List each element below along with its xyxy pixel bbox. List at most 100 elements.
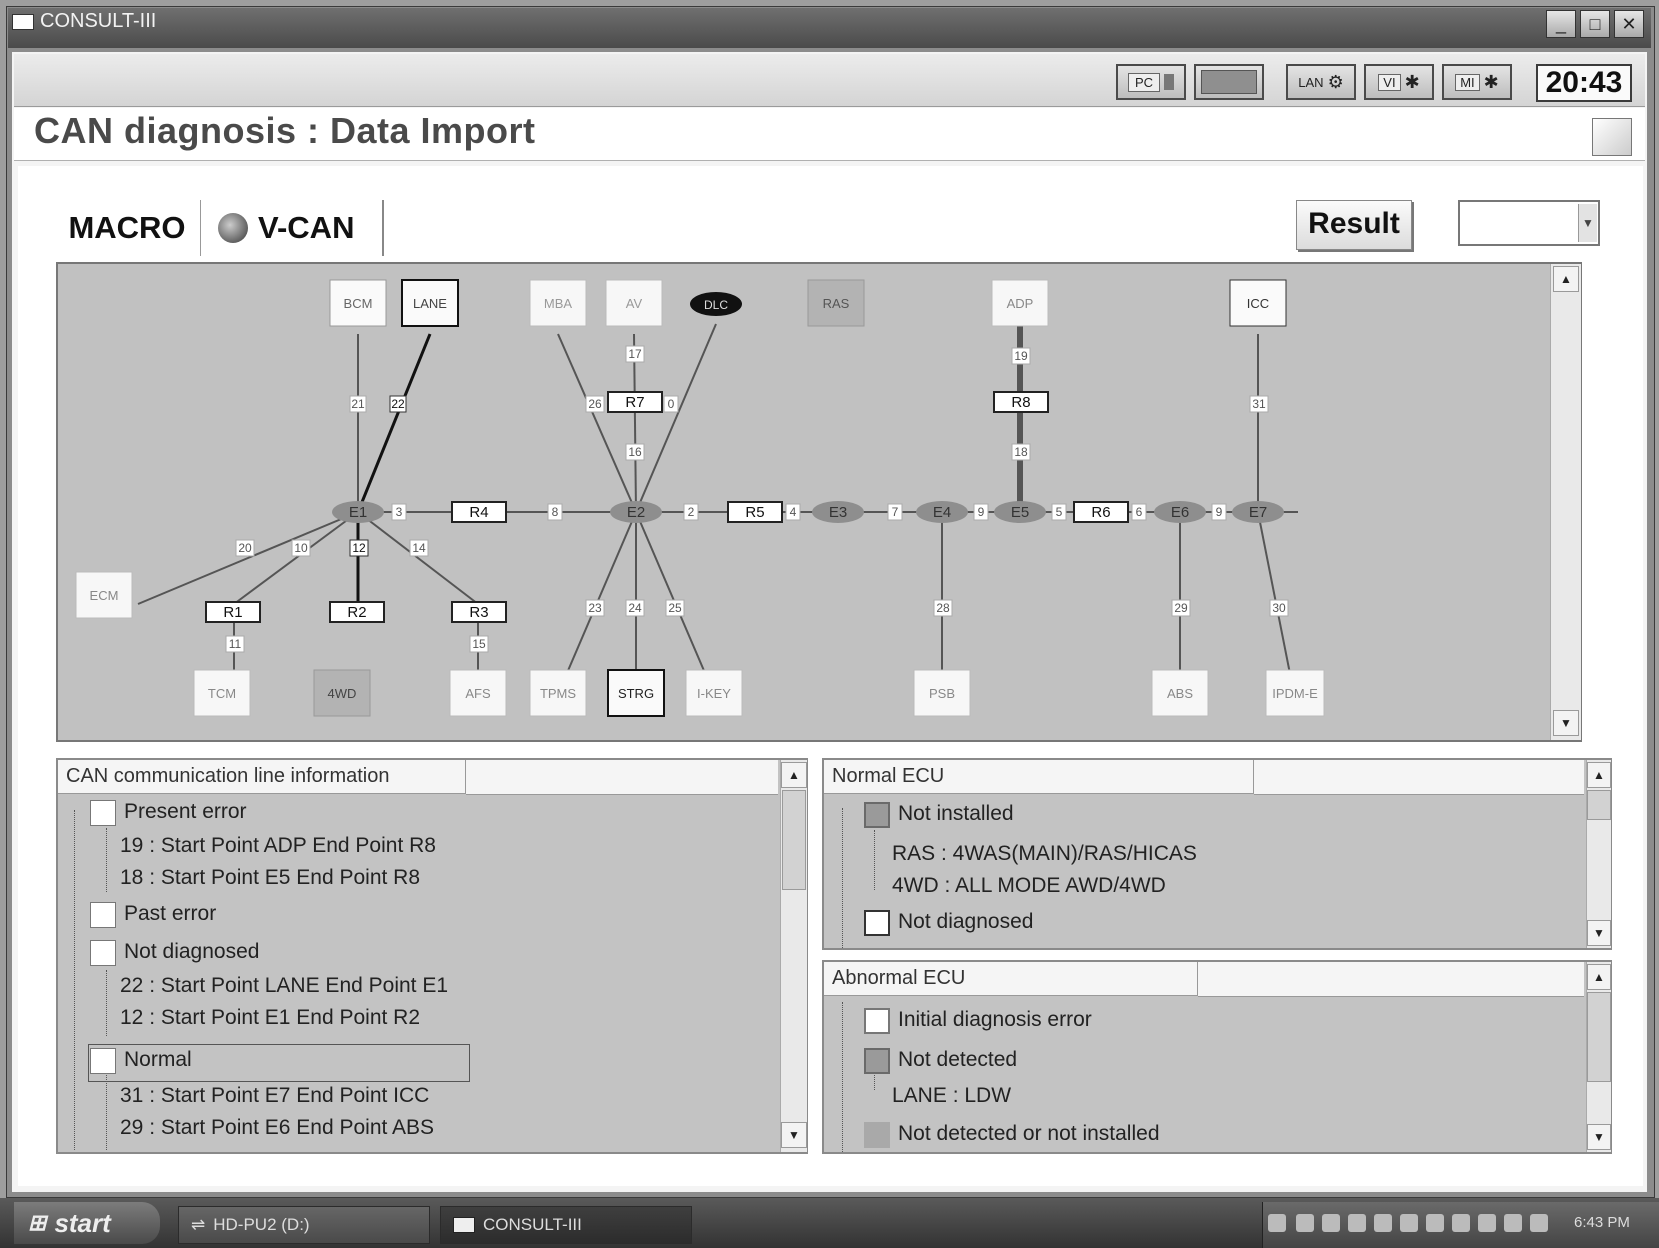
- pc-icon[interactable]: PC: [1116, 64, 1186, 100]
- drive-icon: ⇌: [191, 1215, 206, 1234]
- tray-network-icon[interactable]: [1296, 1214, 1314, 1232]
- normal-ecu-scrollbar[interactable]: ▲ ▼: [1586, 760, 1611, 948]
- tree-item[interactable]: 4WD : ALL MODE AWD/4WD: [892, 874, 1166, 898]
- can-line-info-header: CAN communication line information: [58, 760, 466, 794]
- node-strg: STRG: [618, 686, 654, 701]
- initial-diagnosis-error-icon: [864, 1008, 890, 1034]
- taskbar-item-drive[interactable]: ⇌ HD-PU2 (D:): [178, 1206, 430, 1244]
- line-label-10: 10: [294, 541, 308, 555]
- tree-item[interactable]: 12 : Start Point E1 End Point R2: [120, 1006, 420, 1030]
- tree-item[interactable]: 31 : Start Point E7 End Point ICC: [120, 1084, 429, 1108]
- tree-item[interactable]: 29 : Start Point E6 End Point ABS: [120, 1116, 434, 1140]
- line-dlc-e2: [635, 323, 717, 513]
- line-label-3: 3: [396, 505, 403, 519]
- node-abs: ABS: [1167, 686, 1193, 701]
- tree-line: [106, 970, 107, 1036]
- tray-bluetooth-icon[interactable]: [1452, 1214, 1470, 1232]
- tree-group-not-installed[interactable]: Not installed: [898, 802, 1014, 826]
- line-mba-e2: [557, 333, 637, 513]
- tab-vcan[interactable]: V-CAN: [204, 200, 384, 256]
- result-button[interactable]: Result: [1296, 200, 1412, 250]
- junction-e7: E7: [1249, 504, 1267, 521]
- tree-item[interactable]: 19 : Start Point ADP End Point R8: [120, 834, 436, 858]
- abnormal-ecu-header: Abnormal ECU: [824, 962, 1198, 996]
- node-icc: ICC: [1247, 296, 1269, 311]
- line-label-11: 11: [229, 637, 242, 651]
- normal-ecu-header: Normal ECU: [824, 760, 1254, 794]
- tray-usb-icon[interactable]: [1400, 1214, 1418, 1232]
- tree-group-not-detected-or-not-installed[interactable]: Not detected or not installed: [898, 1122, 1160, 1146]
- scroll-thumb[interactable]: [1587, 992, 1611, 1082]
- tray-keyboard-icon[interactable]: [1478, 1214, 1496, 1232]
- page-title: CAN diagnosis : Data Import: [34, 110, 536, 151]
- tree-line: [106, 1070, 107, 1150]
- tray-app-icon[interactable]: [1530, 1214, 1548, 1232]
- scroll-up-icon[interactable]: ▲: [781, 762, 807, 788]
- pc-connector-icon: [1164, 74, 1175, 90]
- scroll-down-icon[interactable]: ▼: [1587, 1124, 1611, 1150]
- scroll-up-icon[interactable]: ▲: [1553, 266, 1579, 292]
- scroll-thumb[interactable]: [1587, 790, 1611, 820]
- scroll-down-icon[interactable]: ▼: [1553, 710, 1579, 736]
- node-4wd: 4WD: [328, 686, 357, 701]
- tray-network-icon[interactable]: [1348, 1214, 1366, 1232]
- scroll-down-icon[interactable]: ▼: [1587, 920, 1611, 946]
- node-psb: PSB: [929, 686, 955, 701]
- tray-volume-icon[interactable]: [1322, 1214, 1340, 1232]
- diagram-scrollbar[interactable]: ▲ ▼: [1550, 264, 1581, 740]
- line-label-24: 24: [628, 601, 642, 615]
- tray-display-icon[interactable]: [1426, 1214, 1444, 1232]
- app-icon: [12, 14, 34, 30]
- maximize-button[interactable]: □: [1580, 10, 1610, 38]
- tree-group-normal[interactable]: Normal: [124, 1048, 192, 1072]
- not-detected-icon: [864, 1048, 890, 1074]
- chevron-down-icon[interactable]: ▼: [1578, 204, 1597, 242]
- line-label-21: 21: [351, 397, 365, 411]
- line-label-7: 7: [892, 505, 899, 519]
- line-label-31: 31: [1252, 397, 1266, 411]
- window-resize-icon[interactable]: [1592, 118, 1632, 156]
- vi-icon-label: VI: [1378, 73, 1401, 91]
- node-afs: AFS: [465, 686, 491, 701]
- tree-group-not-diagnosed[interactable]: Not diagnosed: [124, 940, 259, 964]
- tree-line: [842, 1002, 843, 1152]
- scroll-down-icon[interactable]: ▼: [781, 1122, 807, 1148]
- minimize-button[interactable]: _: [1546, 10, 1576, 38]
- abnormal-ecu-scrollbar[interactable]: ▲ ▼: [1586, 962, 1611, 1152]
- lan-icon[interactable]: LAN ⚙: [1286, 64, 1356, 100]
- vi-icon[interactable]: VI ✱: [1364, 64, 1434, 100]
- relay-r5: R5: [745, 504, 764, 521]
- tree-item[interactable]: 18 : Start Point E5 End Point R8: [120, 866, 420, 890]
- mi-icon[interactable]: MI ✱: [1442, 64, 1512, 100]
- scroll-thumb[interactable]: [782, 790, 806, 890]
- taskbar-item-consult[interactable]: CONSULT-III: [440, 1206, 692, 1244]
- tab-macro[interactable]: MACRO: [54, 200, 201, 256]
- tree-group-not-diagnosed-ecu[interactable]: Not diagnosed: [898, 910, 1033, 934]
- scroll-up-icon[interactable]: ▲: [1587, 964, 1611, 990]
- tray-window-icon[interactable]: [1504, 1214, 1522, 1232]
- title-bar[interactable]: [8, 8, 1651, 48]
- tree-group-present-error[interactable]: Present error: [124, 800, 247, 824]
- can-line-info-scrollbar[interactable]: ▲ ▼: [780, 760, 807, 1152]
- junction-e3: E3: [829, 504, 847, 521]
- line-label-15: 15: [472, 637, 486, 651]
- node-mba: MBA: [544, 296, 573, 311]
- relay-r2: R2: [347, 604, 366, 621]
- tray-network-icon[interactable]: [1374, 1214, 1392, 1232]
- tree-item[interactable]: LANE : LDW: [892, 1084, 1011, 1108]
- start-button[interactable]: ⊞ start: [14, 1202, 160, 1244]
- ecu-nodes: BCM LANE MBA AV DLC RAS ADP ICC ECM TCM …: [75, 279, 1325, 717]
- tree-item[interactable]: 22 : Start Point LANE End Point E1: [120, 974, 448, 998]
- node-tpms: TPMS: [540, 686, 576, 701]
- scroll-up-icon[interactable]: ▲: [1587, 762, 1611, 788]
- window-title: CONSULT-III: [40, 10, 157, 32]
- windows-logo-icon: ⊞: [28, 1210, 47, 1235]
- tray-arrow-icon[interactable]: [1268, 1214, 1286, 1232]
- tree-group-past-error[interactable]: Past error: [124, 902, 216, 926]
- line-label-8: 8: [552, 505, 559, 519]
- tree-group-initial-diagnosis-error[interactable]: Initial diagnosis error: [898, 1008, 1092, 1032]
- close-button[interactable]: ✕: [1614, 10, 1644, 38]
- tree-item[interactable]: RAS : 4WAS(MAIN)/RAS/HICAS: [892, 842, 1197, 866]
- tree-group-not-detected[interactable]: Not detected: [898, 1048, 1017, 1072]
- battery-icon[interactable]: [1194, 64, 1264, 100]
